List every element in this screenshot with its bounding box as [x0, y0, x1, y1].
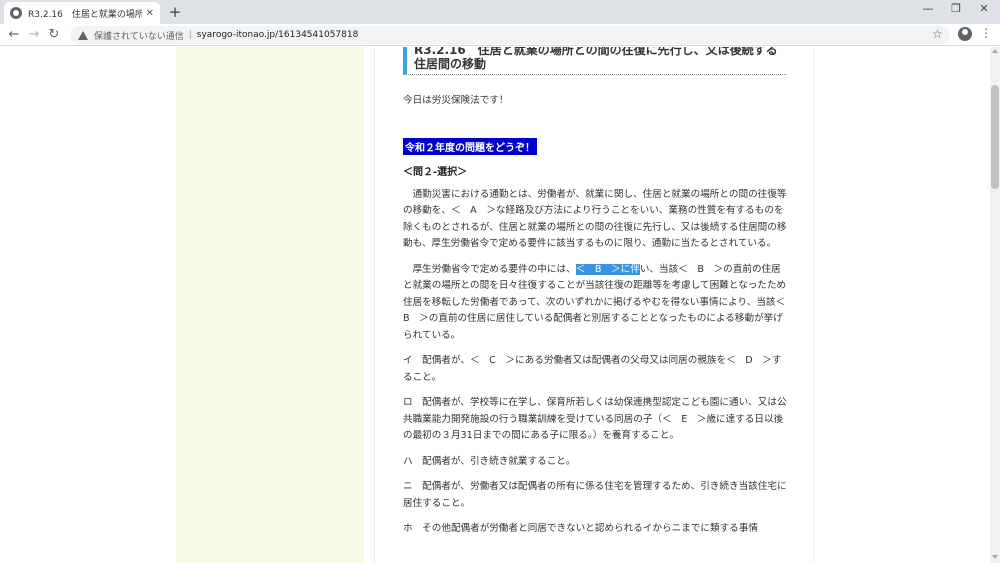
security-status[interactable]: 保護されていない通信 [94, 29, 184, 42]
restore-icon[interactable]: ❐ [944, 2, 968, 15]
window-close-icon[interactable]: ✕ [972, 2, 996, 15]
paragraph-2-before: 厚生労働省令で定める要件の中には、 [412, 263, 576, 275]
tab-title: R3.2.16 住居と就業の場所との間… [28, 9, 142, 20]
new-tab-button[interactable]: + [166, 3, 184, 21]
tab-strip: R3.2.16 住居と就業の場所との間… ✕ + — ❐ ✕ [0, 0, 1000, 24]
list-item-ro: ロ 配偶者が、学校等に在学し、保育所若しくは幼保連携型認定こども園に通い、又は公… [403, 397, 787, 441]
list-item-i: イ 配偶者が、＜ C ＞にある労働者又は配偶者の父母又は同居の親族を＜ D ＞す… [403, 355, 782, 383]
avatar-icon[interactable] [958, 27, 972, 41]
page-scrollbar[interactable] [990, 47, 1000, 563]
article-content: R3.2.16 住居と就業の場所との間の往復に先行し、又は後続する住居間の移動 … [403, 47, 795, 538]
intro-text: 今日は労災保険法です！ [403, 95, 509, 106]
scroll-thumb[interactable] [991, 85, 999, 189]
list-item-ni: ニ 配偶者が、労働者又は配偶者の所有に係る住宅を管理するため、引き続き当該住宅に… [403, 481, 787, 509]
page-viewport: R3.2.16 住居と就業の場所との間の往復に先行し、又は後続する住居間の移動 … [0, 47, 990, 563]
url-text[interactable]: syarogo-itonao.jp/16134541057818 [197, 30, 359, 40]
warning-icon[interactable] [78, 30, 88, 40]
minimize-icon[interactable]: — [916, 2, 940, 15]
close-icon[interactable]: ✕ [146, 8, 154, 19]
browser-toolbar: ← → ↻ 保護されていない通信 | syarogo-itonao.jp/161… [0, 24, 1000, 46]
paragraph-2-after: い、当該＜ B ＞の直前の住居と就業の場所との間を日々往復することが当該往復の距… [403, 263, 795, 341]
star-icon[interactable]: ☆ [932, 27, 943, 41]
list-item-ha: ハ 配偶者が、引き続き就業すること。 [403, 455, 576, 467]
omnibox-separator: | [188, 30, 192, 40]
scroll-up-icon[interactable] [992, 49, 998, 53]
globe-icon [10, 7, 22, 19]
question-paragraph-2: 厚生労働省令で定める要件の中には、＜ B ＞に伴い、当該＜ B ＞の直前の住居と… [403, 262, 795, 345]
left-sidebar-column [176, 47, 364, 563]
browser-tab-active[interactable]: R3.2.16 住居と就業の場所との間… ✕ [4, 2, 160, 24]
reload-icon[interactable]: ↻ [46, 27, 62, 43]
arrow-left-icon[interactable]: ← [6, 27, 22, 43]
selected-text[interactable]: ＜ B ＞に伴 [575, 263, 640, 275]
question-label: ＜問２-選択＞ [403, 166, 468, 178]
address-bar[interactable]: 保護されていない通信 | syarogo-itonao.jp/161345410… [70, 26, 950, 44]
article-column: R3.2.16 住居と就業の場所との間の往復に先行し、又は後続する住居間の移動 … [374, 47, 814, 563]
post-title: R3.2.16 住居と就業の場所との間の往復に先行し、又は後続する住居間の移動 [403, 47, 787, 75]
kebab-icon[interactable]: ⋮ [980, 26, 992, 40]
arrow-right-icon[interactable]: → [26, 27, 42, 43]
scroll-down-icon[interactable] [992, 555, 998, 559]
list-item-ho: ホ その他配偶者が労働者と同居できないと認められるイからニまでに類する事情 [403, 523, 758, 534]
section-heading: 令和２年度の問題をどうぞ！ [403, 137, 537, 155]
question-paragraph-1: 通勤災害における通勤とは、労働者が、就業に関し、住居と就業の場所との間の往復等の… [403, 188, 787, 250]
